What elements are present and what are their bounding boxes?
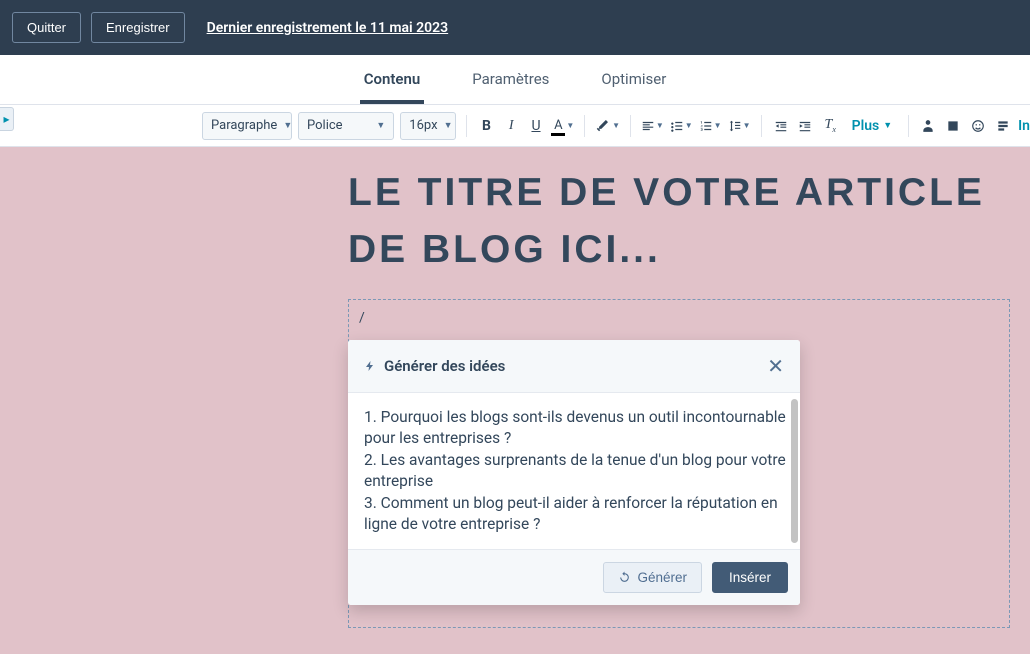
indent-button[interactable] — [796, 113, 815, 139]
quit-button[interactable]: Quitter — [12, 12, 81, 43]
line-spacing-icon — [728, 119, 742, 133]
ai-idea-item: 3. Comment un blog peut-il aider à renfo… — [364, 493, 786, 536]
chevron-down-icon: ▼ — [883, 120, 892, 131]
chevron-down-icon: ▼ — [685, 121, 693, 130]
toolbar-separator — [630, 115, 631, 137]
chevron-down-icon: ▼ — [714, 121, 722, 130]
align-button[interactable]: ▼ — [641, 119, 664, 133]
line-spacing-button[interactable]: ▼ — [728, 119, 751, 133]
ai-ideas-list[interactable]: 1. Pourquoi les blogs sont-ils devenus u… — [348, 393, 800, 549]
outdent-button[interactable] — [771, 113, 790, 139]
tab-content[interactable]: Contenu — [360, 58, 425, 104]
tab-optimize[interactable]: Optimiser — [597, 58, 670, 104]
paragraph-style-label: Paragraphe — [211, 118, 277, 133]
lightning-icon — [364, 358, 376, 374]
toolbar-separator — [908, 115, 909, 137]
personalize-button[interactable] — [919, 113, 938, 139]
formatting-toolbar: Paragraphe ▼ Police ▼ 16px ▼ B I U A ▼ ▼… — [0, 105, 1030, 147]
editor-header: Quitter Enregistrer Dernier enregistreme… — [0, 0, 1030, 55]
text-color-icon: A — [551, 118, 565, 133]
tab-settings[interactable]: Paramètres — [468, 58, 553, 104]
font-size-label: 16px — [409, 118, 437, 133]
blog-title[interactable]: LE TITRE DE VOTRE ARTICLE DE BLOG ICI... — [348, 165, 990, 278]
toolbar-separator — [584, 115, 585, 137]
close-icon[interactable]: ✕ — [767, 354, 784, 378]
highlight-icon — [595, 119, 611, 133]
font-family-label: Police — [307, 118, 343, 133]
blog-body-editor[interactable]: / Générer des idées ✕ 1. Pourquoi les bl… — [348, 299, 1010, 628]
editor-tabs: Contenu Paramètres Optimiser — [0, 55, 1030, 105]
clear-format-icon: Tx — [825, 117, 836, 134]
chevron-down-icon: ▼ — [656, 121, 664, 130]
image-button[interactable] — [944, 113, 963, 139]
ai-idea-item: 2. Les avantages surprenants de la tenue… — [364, 450, 786, 493]
slash-command-indicator: / — [359, 310, 365, 326]
chevron-down-icon: ▼ — [283, 120, 292, 131]
ai-panel-title: Générer des idées — [384, 357, 759, 375]
italic-button[interactable]: I — [502, 113, 521, 139]
highlight-button[interactable]: ▼ — [595, 119, 620, 133]
insert-menu-button[interactable]: In — [1018, 118, 1030, 134]
underline-button[interactable]: U — [527, 113, 546, 139]
numbered-list-icon — [699, 119, 713, 133]
ai-ideas-panel: Générer des idées ✕ 1. Pourquoi les blog… — [348, 340, 800, 605]
regenerate-label: Générer — [637, 570, 687, 585]
toolbar-separator — [761, 115, 762, 137]
chevron-down-icon: ▼ — [376, 120, 385, 131]
save-button[interactable]: Enregistrer — [91, 12, 185, 43]
ai-idea-item: 1. Pourquoi les blogs sont-ils devenus u… — [364, 407, 786, 450]
sidebar-expand-handle[interactable]: ▸ — [0, 107, 14, 131]
chevron-down-icon: ▼ — [444, 120, 453, 131]
bold-button[interactable]: B — [477, 113, 496, 139]
bullet-list-button[interactable]: ▼ — [670, 119, 693, 133]
chevron-down-icon: ▼ — [612, 121, 620, 130]
refresh-icon — [618, 571, 631, 584]
text-color-button[interactable]: A ▼ — [551, 118, 574, 133]
ai-panel-footer: Générer Insérer — [348, 549, 800, 605]
emoji-button[interactable] — [969, 113, 988, 139]
snippet-button[interactable] — [993, 113, 1012, 139]
scrollbar-thumb[interactable] — [791, 399, 798, 543]
paragraph-style-select[interactable]: Paragraphe ▼ — [202, 112, 292, 140]
numbered-list-button[interactable]: ▼ — [699, 119, 722, 133]
insert-ideas-button[interactable]: Insérer — [712, 562, 788, 593]
font-family-select[interactable]: Police ▼ — [298, 112, 394, 140]
bullet-list-icon — [670, 119, 684, 133]
chevron-down-icon: ▼ — [566, 121, 574, 130]
last-saved-link[interactable]: Dernier enregistrement le 11 mai 2023 — [207, 20, 449, 36]
more-options-button[interactable]: Plus ▼ — [852, 118, 893, 134]
more-label: Plus — [852, 118, 880, 134]
chevron-right-icon: ▸ — [3, 112, 9, 126]
chevron-down-icon: ▼ — [743, 121, 751, 130]
align-left-icon — [641, 119, 655, 133]
ai-panel-header: Générer des idées ✕ — [348, 340, 800, 393]
toolbar-separator — [466, 115, 467, 137]
font-size-select[interactable]: 16px ▼ — [400, 112, 456, 140]
clear-format-button[interactable]: Tx — [821, 113, 840, 139]
regenerate-button[interactable]: Générer — [603, 562, 702, 593]
editor-canvas: LE TITRE DE VOTRE ARTICLE DE BLOG ICI...… — [0, 147, 1030, 654]
